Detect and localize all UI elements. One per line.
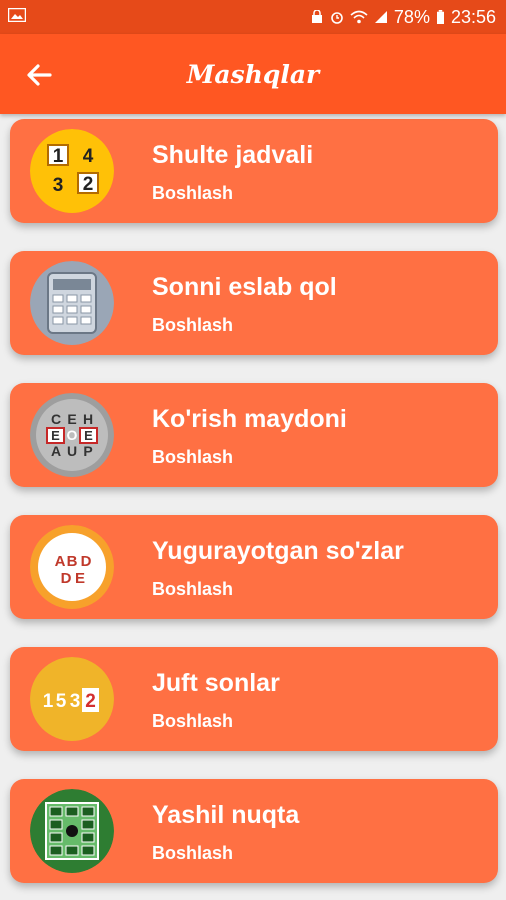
exercise-card-yashil[interactable]: Yashil nuqta Boshlash (10, 779, 498, 883)
svg-text:1: 1 (43, 691, 54, 712)
exercise-title: Shulte jadvali (152, 141, 314, 169)
exercise-title: Juft sonlar (152, 669, 280, 697)
svg-text:3: 3 (70, 691, 81, 712)
svg-text:E: E (51, 428, 60, 443)
numbers-1532-icon: 153 2 (30, 657, 114, 741)
exercise-title: Yashil nuqta (152, 801, 300, 829)
signal-icon (374, 11, 387, 23)
page-title: Mashqlar (186, 60, 320, 89)
start-label[interactable]: Boshlash (152, 843, 233, 864)
letter-grid-icon: CEH O AUP E E (30, 393, 114, 477)
gallery-notification-icon (8, 8, 26, 22)
svg-text:4: 4 (83, 146, 94, 167)
green-dot-grid-icon (30, 789, 114, 873)
svg-text:5: 5 (56, 691, 67, 712)
calculator-icon (30, 261, 114, 345)
clock: 23:56 (450, 6, 496, 27)
start-label[interactable]: Boshlash (152, 447, 233, 468)
svg-text:3: 3 (53, 175, 64, 196)
exercise-card-korish[interactable]: CEH O AUP E E Ko'rish maydoni Boshlash (10, 383, 498, 487)
exercise-card-juft[interactable]: 153 2 Juft sonlar Boshlash (10, 647, 498, 751)
svg-text:D: D (61, 570, 72, 587)
wifi-icon (350, 10, 368, 24)
svg-text:O: O (67, 427, 78, 443)
svg-text:D: D (81, 553, 92, 570)
exercise-list: 1 4 3 2 Shulte jadvali Boshlash Sonni es… (0, 114, 506, 900)
svg-text:A: A (55, 553, 66, 570)
svg-text:2: 2 (83, 174, 94, 195)
schulte-table-icon: 1 4 3 2 (30, 129, 114, 213)
battery-percent: 78% (393, 6, 430, 27)
svg-text:E: E (84, 428, 93, 443)
exercise-title: Yugurayotgan so'zlar (152, 537, 404, 565)
battery-icon (436, 10, 444, 24)
svg-text:E: E (75, 570, 85, 587)
exercise-title: Sonni eslab qol (152, 273, 337, 301)
exercise-card-yugurayotgan[interactable]: ABD DE Yugurayotgan so'zlar Boshlash (10, 515, 498, 619)
svg-text:C: C (51, 411, 61, 427)
svg-text:P: P (83, 443, 92, 459)
exercise-card-sonni[interactable]: Sonni eslab qol Boshlash (10, 251, 498, 355)
svg-text:B: B (67, 553, 78, 570)
start-label[interactable]: Boshlash (152, 315, 233, 336)
app-bar: Mashqlar (0, 34, 506, 114)
start-label[interactable]: Boshlash (152, 579, 233, 600)
abde-icon: ABD DE (30, 525, 114, 609)
exercise-title: Ko'rish maydoni (152, 405, 347, 433)
exercise-card-shulte[interactable]: 1 4 3 2 Shulte jadvali Boshlash (10, 119, 498, 223)
alarm-lock-icon (311, 10, 322, 23)
start-label[interactable]: Boshlash (152, 711, 233, 732)
status-bar: 78% 23:56 (0, 0, 506, 34)
alarm-icon (331, 12, 343, 24)
svg-text:E: E (67, 411, 76, 427)
status-icons: 78% 23:56 (310, 6, 496, 28)
svg-text:1: 1 (53, 146, 64, 167)
start-label[interactable]: Boshlash (152, 183, 233, 204)
svg-text:U: U (67, 443, 77, 459)
svg-text:H: H (83, 411, 93, 427)
svg-text:A: A (51, 443, 61, 459)
svg-text:2: 2 (85, 691, 96, 712)
